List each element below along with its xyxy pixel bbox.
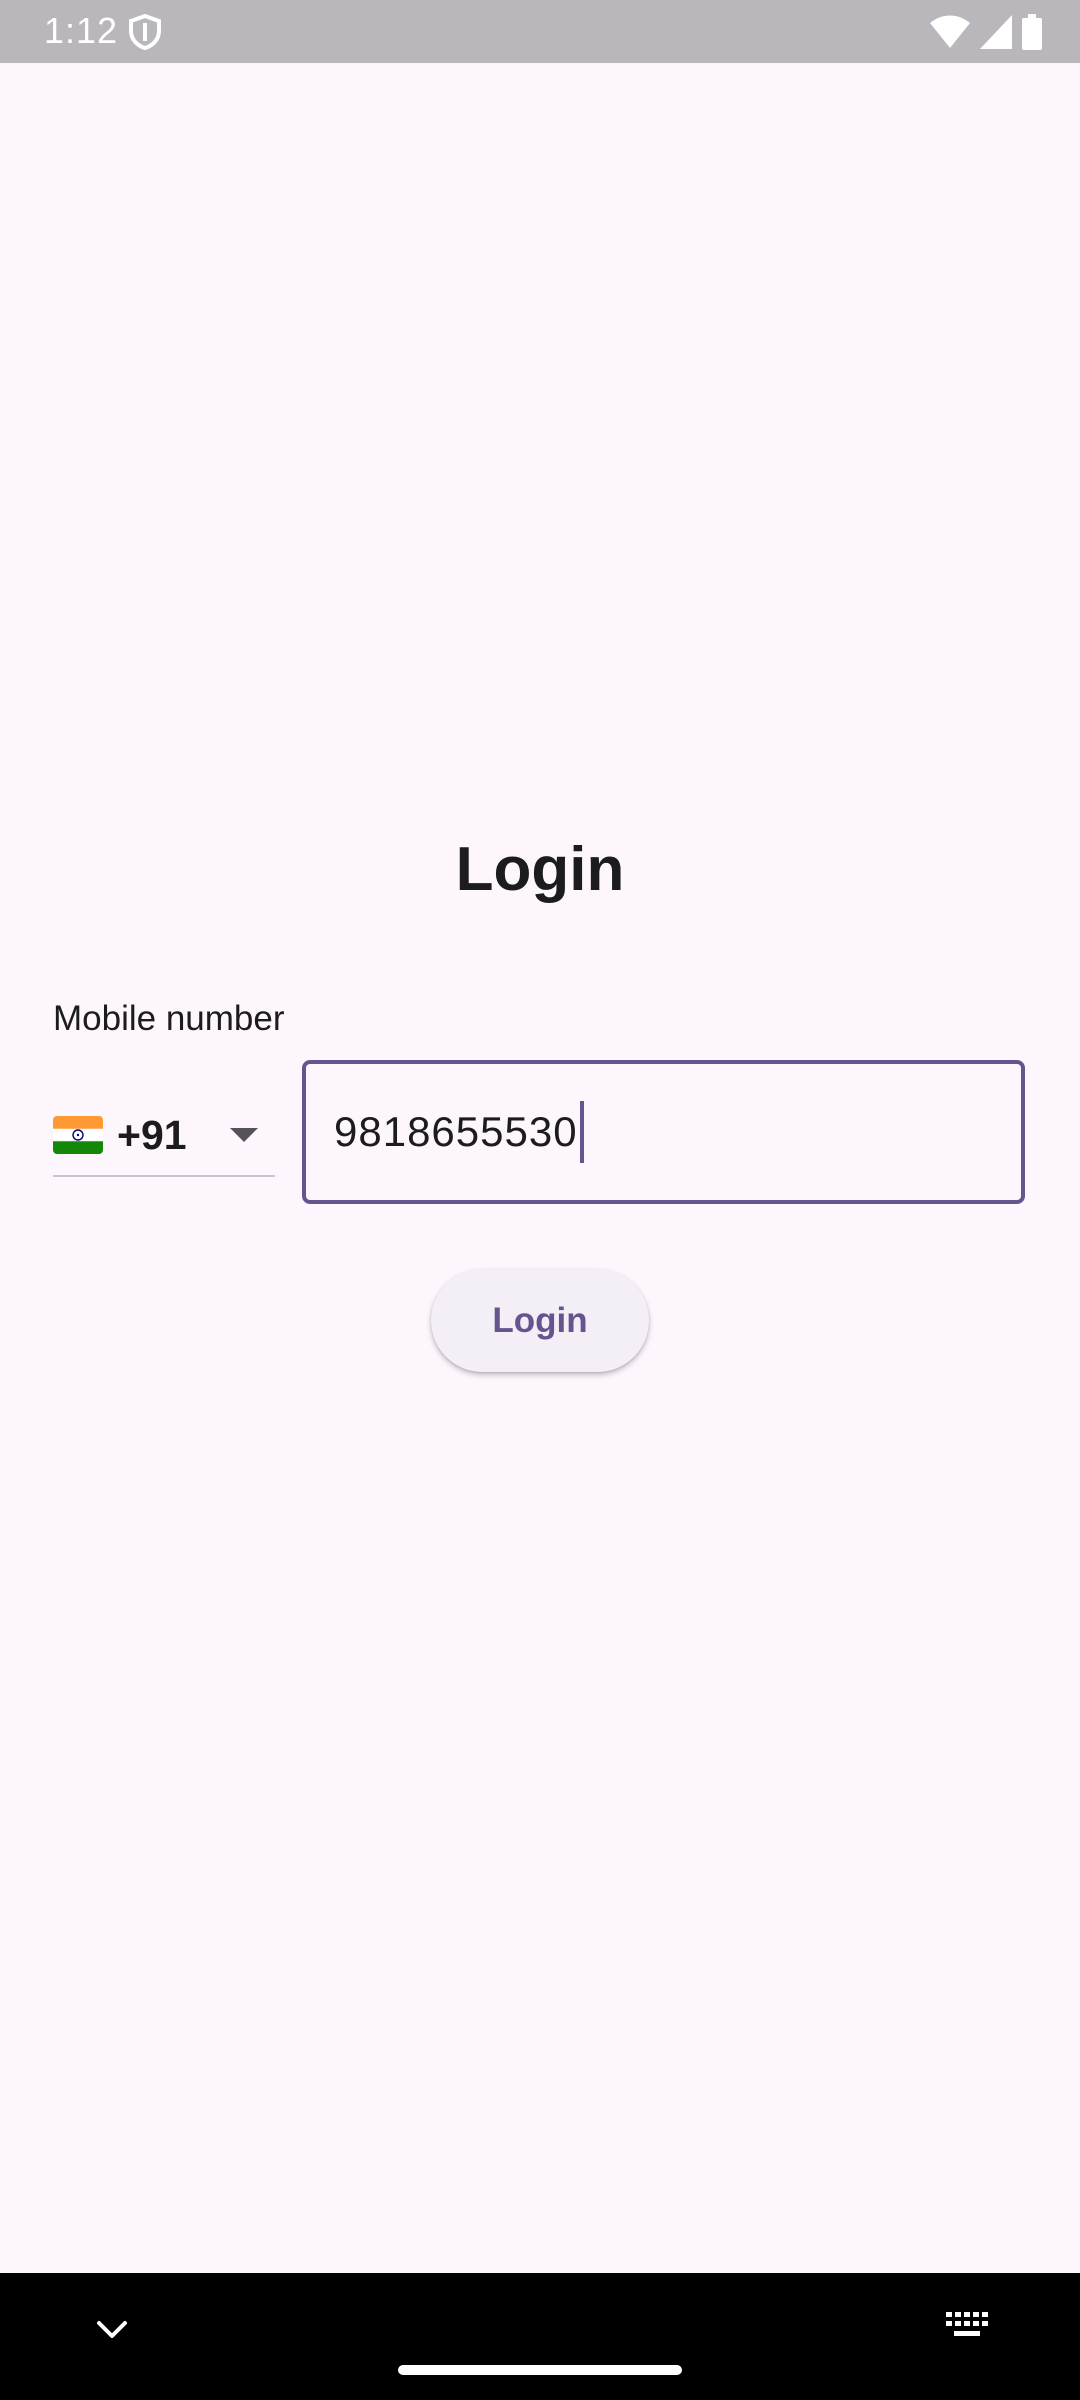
text-cursor: [579, 1101, 584, 1163]
status-bar: 1:12: [0, 0, 1080, 63]
login-button[interactable]: Login: [431, 1269, 649, 1372]
mobile-number-input[interactable]: 9818655530: [302, 1060, 1025, 1204]
dropdown-arrow-icon[interactable]: [230, 1128, 258, 1142]
country-code-picker[interactable]: +91: [53, 1095, 275, 1177]
page-title: Login: [455, 835, 625, 904]
shield-icon: [129, 14, 161, 50]
battery-icon: [1022, 14, 1042, 50]
chevron-down-icon[interactable]: [95, 2318, 129, 2342]
status-icons: [930, 13, 1042, 51]
home-handle[interactable]: [398, 2365, 682, 2375]
navigation-bar: [0, 2273, 1080, 2400]
wifi-icon: [930, 15, 970, 48]
status-time: 1:12: [44, 10, 119, 51]
mobile-number-value[interactable]: 9818655530: [334, 1108, 578, 1156]
keyboard-icon[interactable]: [944, 2310, 990, 2340]
dial-code: +91: [117, 1112, 187, 1158]
india-flag-icon: [53, 1116, 103, 1154]
mobile-number-label: Mobile number: [53, 999, 285, 1038]
cell-signal-icon: [980, 15, 1012, 49]
